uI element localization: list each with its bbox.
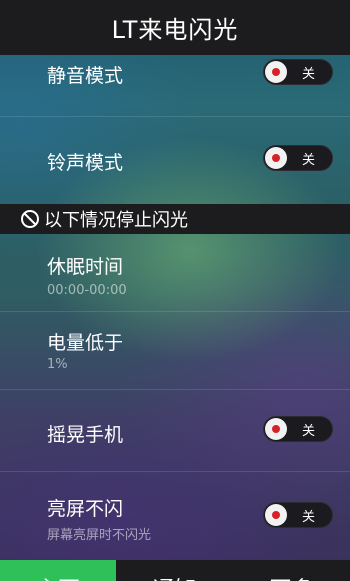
ban-icon	[21, 210, 39, 228]
ringtone-mode-label: 铃声模式	[47, 152, 124, 174]
toggle-state-label: 关	[302, 67, 316, 82]
sleep-time-value: 00:00-00:00	[47, 283, 127, 298]
toggle-knob	[265, 147, 287, 169]
section-title: 以下情况停止闪光	[44, 210, 188, 231]
toggle-state-label: 关	[302, 153, 316, 168]
app-title: LT来电闪光	[111, 16, 239, 44]
battery-low-row[interactable]: 电量低于 1%	[0, 312, 350, 390]
tab-notifications-label: 通知	[152, 572, 196, 581]
toggle-knob	[265, 418, 287, 440]
screen-on-row: 亮屏不闪 屏幕亮屏时不闪光 关	[0, 472, 350, 560]
silent-mode-toggle[interactable]: 关	[263, 59, 333, 85]
app-title-bar: LT来电闪光	[0, 0, 350, 55]
ringtone-mode-toggle[interactable]: 关	[263, 145, 333, 171]
battery-low-label: 电量低于	[47, 332, 124, 354]
shake-phone-label: 摇晃手机	[47, 424, 124, 446]
toggle-knob	[265, 61, 287, 83]
tab-more[interactable]: 更多	[233, 560, 350, 581]
tab-notifications[interactable]: 通知	[116, 560, 233, 581]
silent-mode-row: 静音模式 关	[0, 55, 350, 117]
tab-more-label: 更多	[269, 572, 313, 581]
shake-phone-row: 摇晃手机 关	[0, 390, 350, 472]
toggle-state-label: 关	[302, 510, 316, 525]
stop-flash-section-header: 以下情况停止闪光	[0, 204, 350, 234]
toggle-state-label: 关	[302, 424, 316, 439]
toggle-knob	[265, 504, 287, 526]
screen-on-label: 亮屏不闪	[47, 498, 124, 520]
screen-on-toggle[interactable]: 关	[263, 502, 333, 528]
bottom-tab-bar: 主页 通知 更多	[0, 560, 350, 581]
ringtone-mode-row: 铃声模式 关	[0, 117, 350, 204]
silent-mode-label: 静音模式	[47, 65, 124, 87]
tab-home[interactable]: 主页	[0, 560, 116, 581]
sleep-time-row[interactable]: 休眠时间 00:00-00:00	[0, 234, 350, 312]
shake-phone-toggle[interactable]: 关	[263, 416, 333, 442]
tab-home-label: 主页	[36, 572, 80, 581]
sleep-time-label: 休眠时间	[47, 256, 124, 278]
screen-on-description: 屏幕亮屏时不闪光	[47, 528, 152, 543]
battery-low-value: 1%	[47, 357, 68, 372]
